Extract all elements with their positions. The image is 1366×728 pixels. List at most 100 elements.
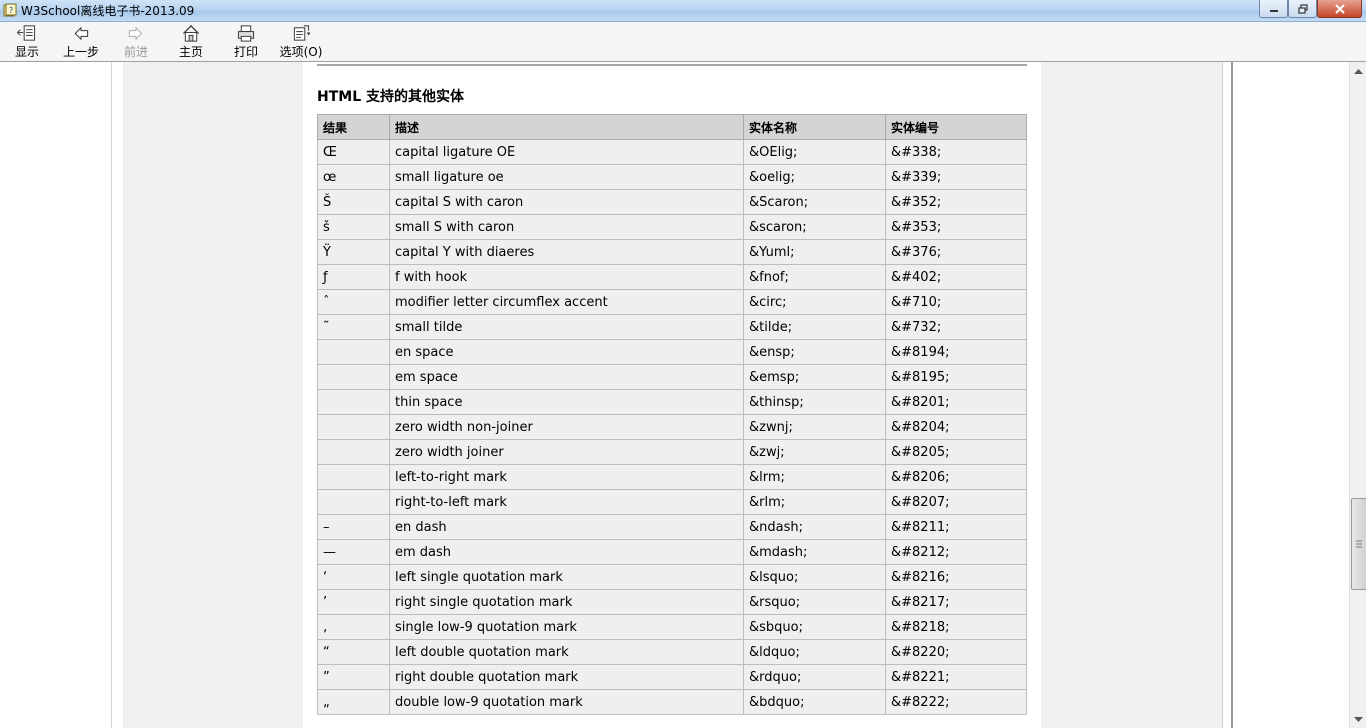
cell-entity-number: &#353; [885, 214, 1027, 240]
cell-entity-number: &#8206; [885, 464, 1027, 490]
cell-result: š [317, 214, 390, 240]
cell-description: en dash [389, 514, 744, 540]
close-button[interactable] [1317, 0, 1362, 18]
cell-entity-name: &zwj; [743, 439, 886, 465]
show-label: 显示 [14, 45, 39, 59]
cell-result [317, 389, 390, 415]
svg-text:?: ? [9, 6, 13, 15]
cell-entity-number: &#8212; [885, 539, 1027, 565]
minimize-icon [1269, 9, 1278, 12]
cell-description: right double quotation mark [389, 664, 744, 690]
cell-entity-number: &#8207; [885, 489, 1027, 515]
cell-description: double low-9 quotation mark [389, 689, 744, 715]
table-row: ˆ modifier letter circumflex accent &circ;… [317, 289, 1027, 315]
cell-description: left double quotation mark [389, 639, 744, 665]
back-label: 上一步 [62, 45, 99, 59]
cell-entity-name: &ensp; [743, 339, 886, 365]
content-area: HTML 支持的其他实体 结果 描述 实体名称 实体编号 Œcapital li… [0, 62, 1349, 728]
cell-description: thin space [389, 389, 744, 415]
table-row: right-to-left mark &rlm; &#8207; [317, 489, 1027, 515]
cell-result [317, 464, 390, 490]
cell-entity-number: &#8205; [885, 439, 1027, 465]
cell-result: ” [317, 664, 390, 690]
cell-entity-name: &rlm; [743, 489, 886, 515]
back-arrow-icon [74, 26, 89, 41]
right-border [1231, 62, 1233, 728]
cell-result [317, 489, 390, 515]
minimize-button[interactable] [1259, 0, 1288, 18]
cell-entity-name: &ndash; [743, 514, 886, 540]
forward-button[interactable]: 前进 [116, 24, 156, 60]
cell-entity-name: &circ; [743, 289, 886, 315]
entity-table: 结果 描述 实体名称 实体编号 Œcapital ligature OE &OEl… [317, 114, 1027, 715]
vertical-scrollbar[interactable] [1349, 62, 1366, 728]
cell-result: — [317, 539, 390, 565]
window-controls [1259, 0, 1362, 19]
cell-result [317, 414, 390, 440]
cell-description: en space [389, 339, 744, 365]
options-button[interactable]: 选项(O) [280, 24, 322, 60]
maximize-button[interactable] [1288, 0, 1317, 18]
cell-entity-name: &Scaron; [743, 189, 886, 215]
table-row: ƒf with hook &fnof; &#402; [317, 264, 1027, 290]
cell-entity-number: &#8222; [885, 689, 1027, 715]
cell-description: capital ligature OE [389, 139, 744, 165]
cell-entity-name: &mdash; [743, 539, 886, 565]
scroll-down-button[interactable] [1350, 711, 1366, 728]
table-row: en space &ensp; &#8194; [317, 339, 1027, 365]
cell-result: „ [317, 689, 390, 715]
restore-icon [1297, 3, 1308, 14]
show-pane-icon [16, 25, 36, 41]
title-bar: ? W3School离线电子书-2013.09 [0, 0, 1366, 22]
cell-result: Š [317, 189, 390, 215]
cell-entity-number: &#710; [885, 289, 1027, 315]
cell-description: right single quotation mark [389, 589, 744, 615]
cell-description: em space [389, 364, 744, 390]
table-row: zero width non-joiner &zwnj; &#8204; [317, 414, 1027, 440]
cell-result: ˜ [317, 314, 390, 340]
scroll-up-button[interactable] [1350, 62, 1366, 79]
header-description: 描述 [389, 114, 744, 140]
cell-entity-name: &sbquo; [743, 614, 886, 640]
cell-entity-number: &#402; [885, 264, 1027, 290]
forward-label: 前进 [123, 45, 148, 59]
table-row: – en dash &ndash; &#8211; [317, 514, 1027, 540]
cell-description: left-to-right mark [389, 464, 744, 490]
horizontal-rule [317, 64, 1027, 66]
home-button[interactable]: 主页 [171, 24, 211, 60]
cell-entity-number: &#338; [885, 139, 1027, 165]
back-button[interactable]: 上一步 [61, 24, 101, 60]
cell-entity-name: &OElig; [743, 139, 886, 165]
home-icon [182, 25, 200, 42]
cell-entity-number: &#8194; [885, 339, 1027, 365]
cell-entity-number: &#8216; [885, 564, 1027, 590]
cell-entity-name: &bdquo; [743, 689, 886, 715]
scroll-thumb[interactable] [1351, 498, 1366, 590]
home-label: 主页 [178, 45, 203, 59]
cell-entity-name: &ldquo; [743, 639, 886, 665]
cell-result: ƒ [317, 264, 390, 290]
header-entity-number: 实体编号 [885, 114, 1027, 140]
close-icon [1334, 3, 1345, 14]
grip-icon [1356, 540, 1362, 548]
table-row: ” right double quotation mark &rdquo; &#822… [317, 664, 1027, 690]
print-button[interactable]: 打印 [226, 24, 266, 60]
window-title: W3School离线电子书-2013.09 [21, 4, 195, 18]
cell-description: capital S with caron [389, 189, 744, 215]
show-button[interactable]: 显示 [7, 24, 47, 60]
cell-description: zero width non-joiner [389, 414, 744, 440]
cell-result: ˆ [317, 289, 390, 315]
cell-result: ‚ [317, 614, 390, 640]
cell-description: left single quotation mark [389, 564, 744, 590]
cell-description: single low-9 quotation mark [389, 614, 744, 640]
cell-entity-name: &zwnj; [743, 414, 886, 440]
table-row: Œcapital ligature OE &OElig; &#338; [317, 139, 1027, 165]
cell-result: – [317, 514, 390, 540]
table-row: “left double quotation mark &ldquo; &#8220… [317, 639, 1027, 665]
cell-result: Ÿ [317, 239, 390, 265]
table-row: thin space &thinsp; &#8201; [317, 389, 1027, 415]
cell-entity-number: &#8218; [885, 614, 1027, 640]
cell-entity-number: &#8220; [885, 639, 1027, 665]
table-header-row: 结果 描述 实体名称 实体编号 [317, 114, 1027, 140]
table-row: š small S with caron &scaron; &#353; [317, 214, 1027, 240]
